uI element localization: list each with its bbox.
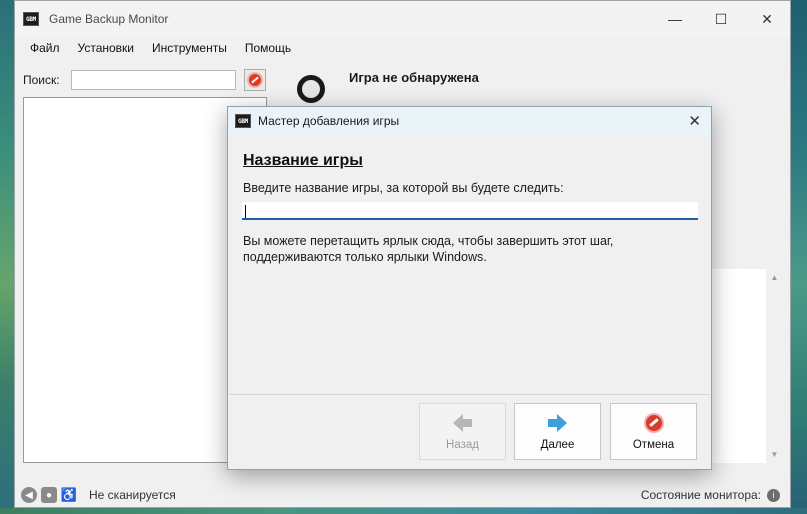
log-scrollbar[interactable]: ▲ ▼ bbox=[766, 269, 783, 463]
scan-status: Не сканируется bbox=[89, 488, 176, 502]
info-icon[interactable]: i bbox=[767, 488, 780, 502]
dialog-close-button[interactable]: ✕ bbox=[688, 112, 701, 130]
dialog-divider bbox=[229, 394, 710, 395]
detection-status: Игра не обнаружена bbox=[349, 70, 479, 85]
menu-settings[interactable]: Установки bbox=[69, 41, 143, 55]
magnifier-icon bbox=[297, 75, 325, 103]
desktop-wallpaper-right bbox=[791, 0, 807, 514]
scroll-down-icon[interactable]: ▼ bbox=[771, 450, 779, 459]
clear-search-button[interactable] bbox=[244, 69, 266, 91]
add-game-wizard-dialog: GBM Мастер добавления игры ✕ Название иг… bbox=[227, 106, 712, 470]
search-input[interactable] bbox=[71, 70, 236, 90]
next-button-label: Далее bbox=[540, 438, 575, 451]
menu-file[interactable]: Файл bbox=[21, 41, 69, 55]
dialog-titlebar[interactable]: GBM Мастер добавления игры ✕ bbox=[228, 107, 711, 135]
search-label: Поиск: bbox=[23, 73, 60, 87]
game-name-input[interactable] bbox=[242, 202, 698, 220]
wizard-hint: Вы можете перетащить ярлык сюда, чтобы з… bbox=[243, 233, 613, 265]
rewind-icon[interactable]: ◀ bbox=[21, 487, 37, 503]
back-button-label: Назад bbox=[446, 438, 479, 451]
menubar: Файл Установки Инструменты Помощь bbox=[15, 37, 790, 59]
arrow-right-icon bbox=[548, 413, 567, 433]
app-icon: GBM bbox=[23, 12, 39, 26]
search-row: Поиск: bbox=[23, 69, 266, 91]
dialog-app-icon: GBM bbox=[235, 114, 251, 128]
wizard-hint-line-1: Вы можете перетащить ярлык сюда, чтобы з… bbox=[243, 234, 614, 248]
wheelchair-icon[interactable]: ♿ bbox=[61, 487, 77, 503]
cancel-button-label: Отмена bbox=[632, 438, 675, 451]
no-entry-icon bbox=[247, 72, 263, 88]
cancel-button[interactable]: Отмена bbox=[610, 403, 697, 460]
user-icon[interactable]: ● bbox=[41, 487, 57, 503]
minimize-button[interactable]: — bbox=[652, 1, 698, 37]
arrow-left-icon bbox=[453, 413, 472, 433]
monitor-status-label: Состояние монитора: bbox=[640, 488, 761, 502]
statusbar: ◀ ● ♿ Не сканируется Состояние монитора:… bbox=[15, 483, 790, 507]
wizard-hint-line-2: поддерживаются только ярлыки Windows. bbox=[243, 250, 487, 264]
maximize-button[interactable]: ☐ bbox=[698, 1, 744, 37]
close-button[interactable]: ✕ bbox=[744, 1, 790, 37]
window-title: Game Backup Monitor bbox=[49, 12, 169, 26]
wizard-prompt: Введите название игры, за которой вы буд… bbox=[243, 181, 564, 195]
window-controls: — ☐ ✕ bbox=[652, 1, 790, 37]
menu-help[interactable]: Помощь bbox=[236, 41, 300, 55]
wizard-step-heading: Название игры bbox=[243, 152, 363, 169]
menu-tools[interactable]: Инструменты bbox=[143, 41, 236, 55]
next-button[interactable]: Далее bbox=[514, 403, 601, 460]
back-button[interactable]: Назад bbox=[419, 403, 506, 460]
scroll-up-icon[interactable]: ▲ bbox=[771, 273, 779, 282]
no-entry-icon bbox=[643, 412, 664, 433]
titlebar[interactable]: GBM Game Backup Monitor — ☐ ✕ bbox=[15, 1, 790, 37]
desktop-wallpaper-left bbox=[0, 0, 14, 514]
monitor-status: Состояние монитора: i bbox=[641, 488, 780, 502]
text-caret bbox=[245, 205, 246, 218]
dialog-title: Мастер добавления игры bbox=[258, 114, 400, 128]
desktop-wallpaper-bottom bbox=[0, 508, 807, 514]
